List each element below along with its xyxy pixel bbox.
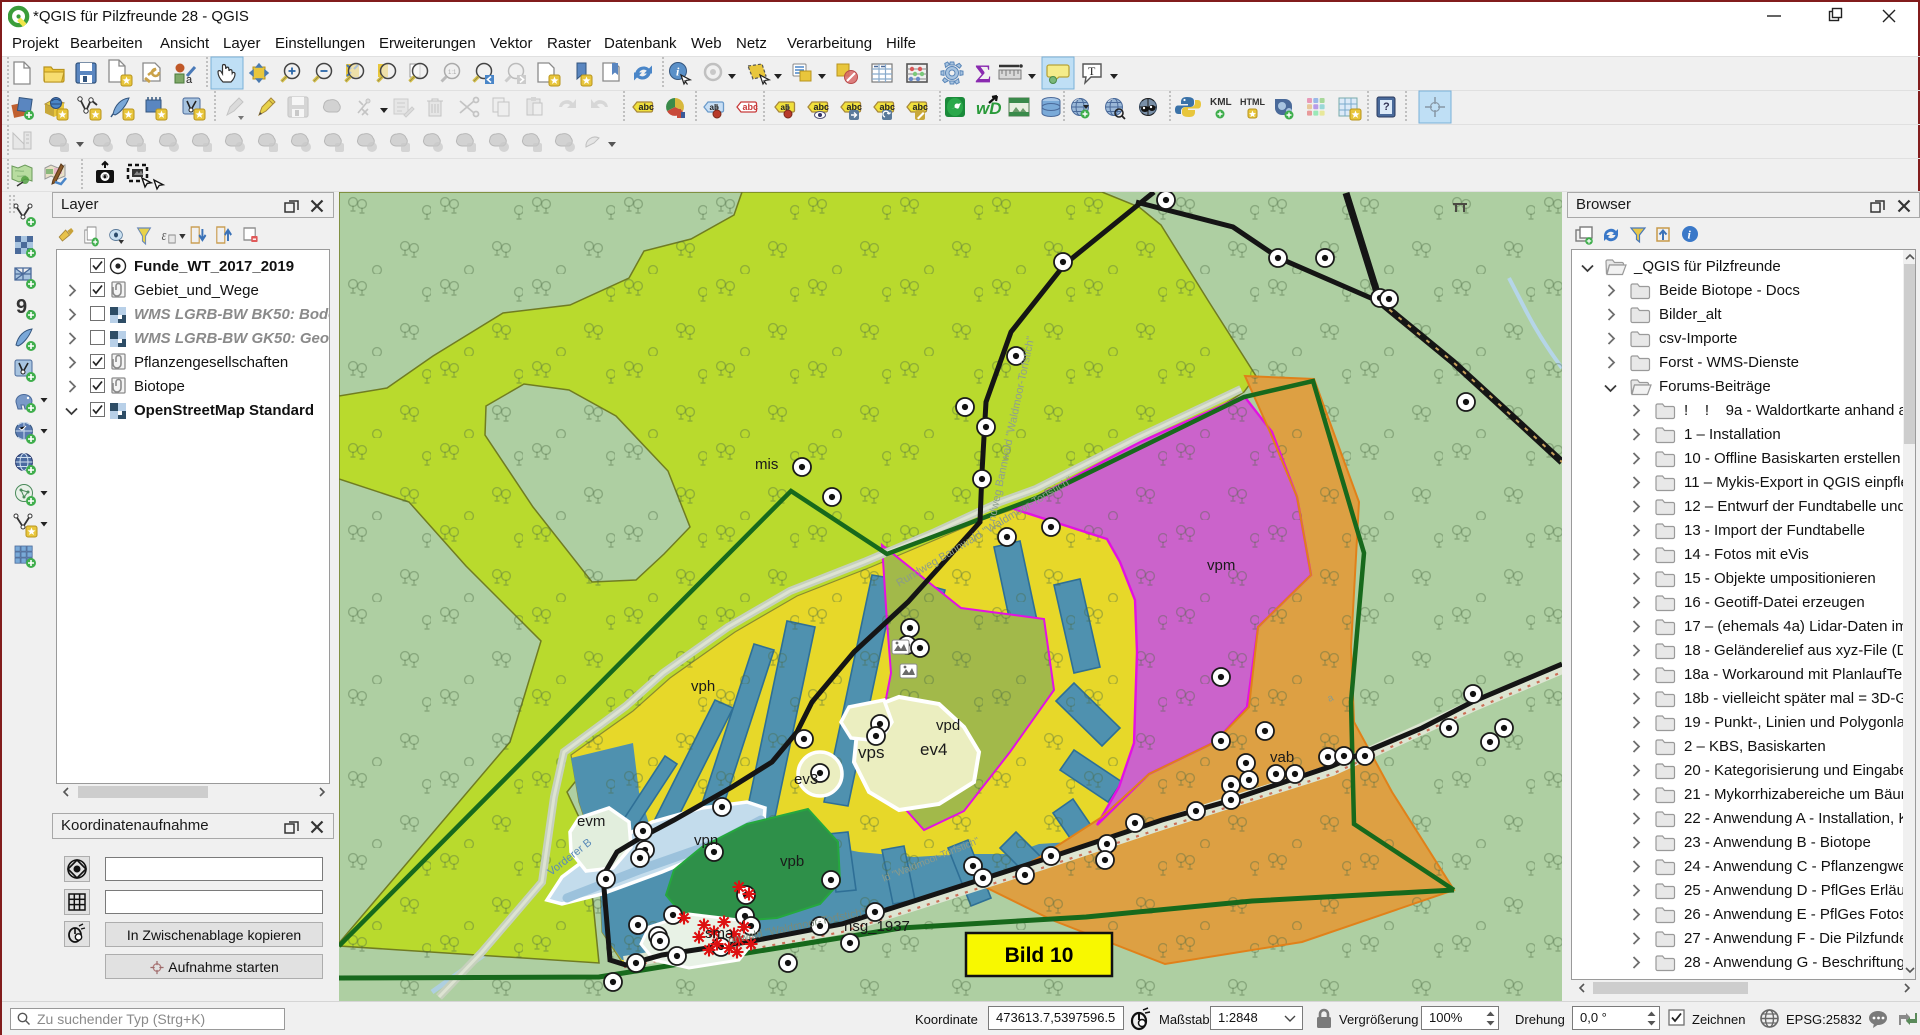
svg-text:evm: evm (577, 813, 605, 830)
svg-text:vps: vps (858, 743, 884, 762)
svg-text:abc: abc (814, 102, 830, 112)
svg-text:vpn: vpn (694, 832, 718, 849)
svg-text:KML: KML (1210, 97, 1232, 108)
svg-text:Σ: Σ (975, 61, 991, 88)
svg-text:1:1: 1:1 (448, 70, 457, 76)
svg-text:ε: ε (162, 227, 167, 244)
svg-text:nsg_1937: nsg_1937 (844, 918, 910, 935)
svg-text:abc: abc (743, 102, 759, 112)
svg-text:ev3: ev3 (794, 771, 818, 788)
svg-text:vpm: vpm (1207, 557, 1235, 574)
svg-text:vph: vph (691, 678, 715, 695)
svg-text:Bild 10: Bild 10 (1005, 944, 1074, 967)
svg-text:vab: vab (1270, 749, 1294, 766)
svg-text:abc: abc (639, 102, 655, 112)
svg-text:HTML: HTML (1240, 97, 1265, 107)
svg-text:a: a (186, 74, 193, 86)
svg-text:?: ? (1383, 101, 1390, 113)
svg-text:O: O (103, 175, 108, 181)
svg-text:T: T (1088, 64, 1096, 78)
svg-text:vpb: vpb (780, 853, 804, 870)
svg-text:vpd: vpd (936, 717, 960, 734)
svg-text:ev4: ev4 (920, 740, 947, 759)
svg-text:mis: mis (755, 456, 778, 473)
